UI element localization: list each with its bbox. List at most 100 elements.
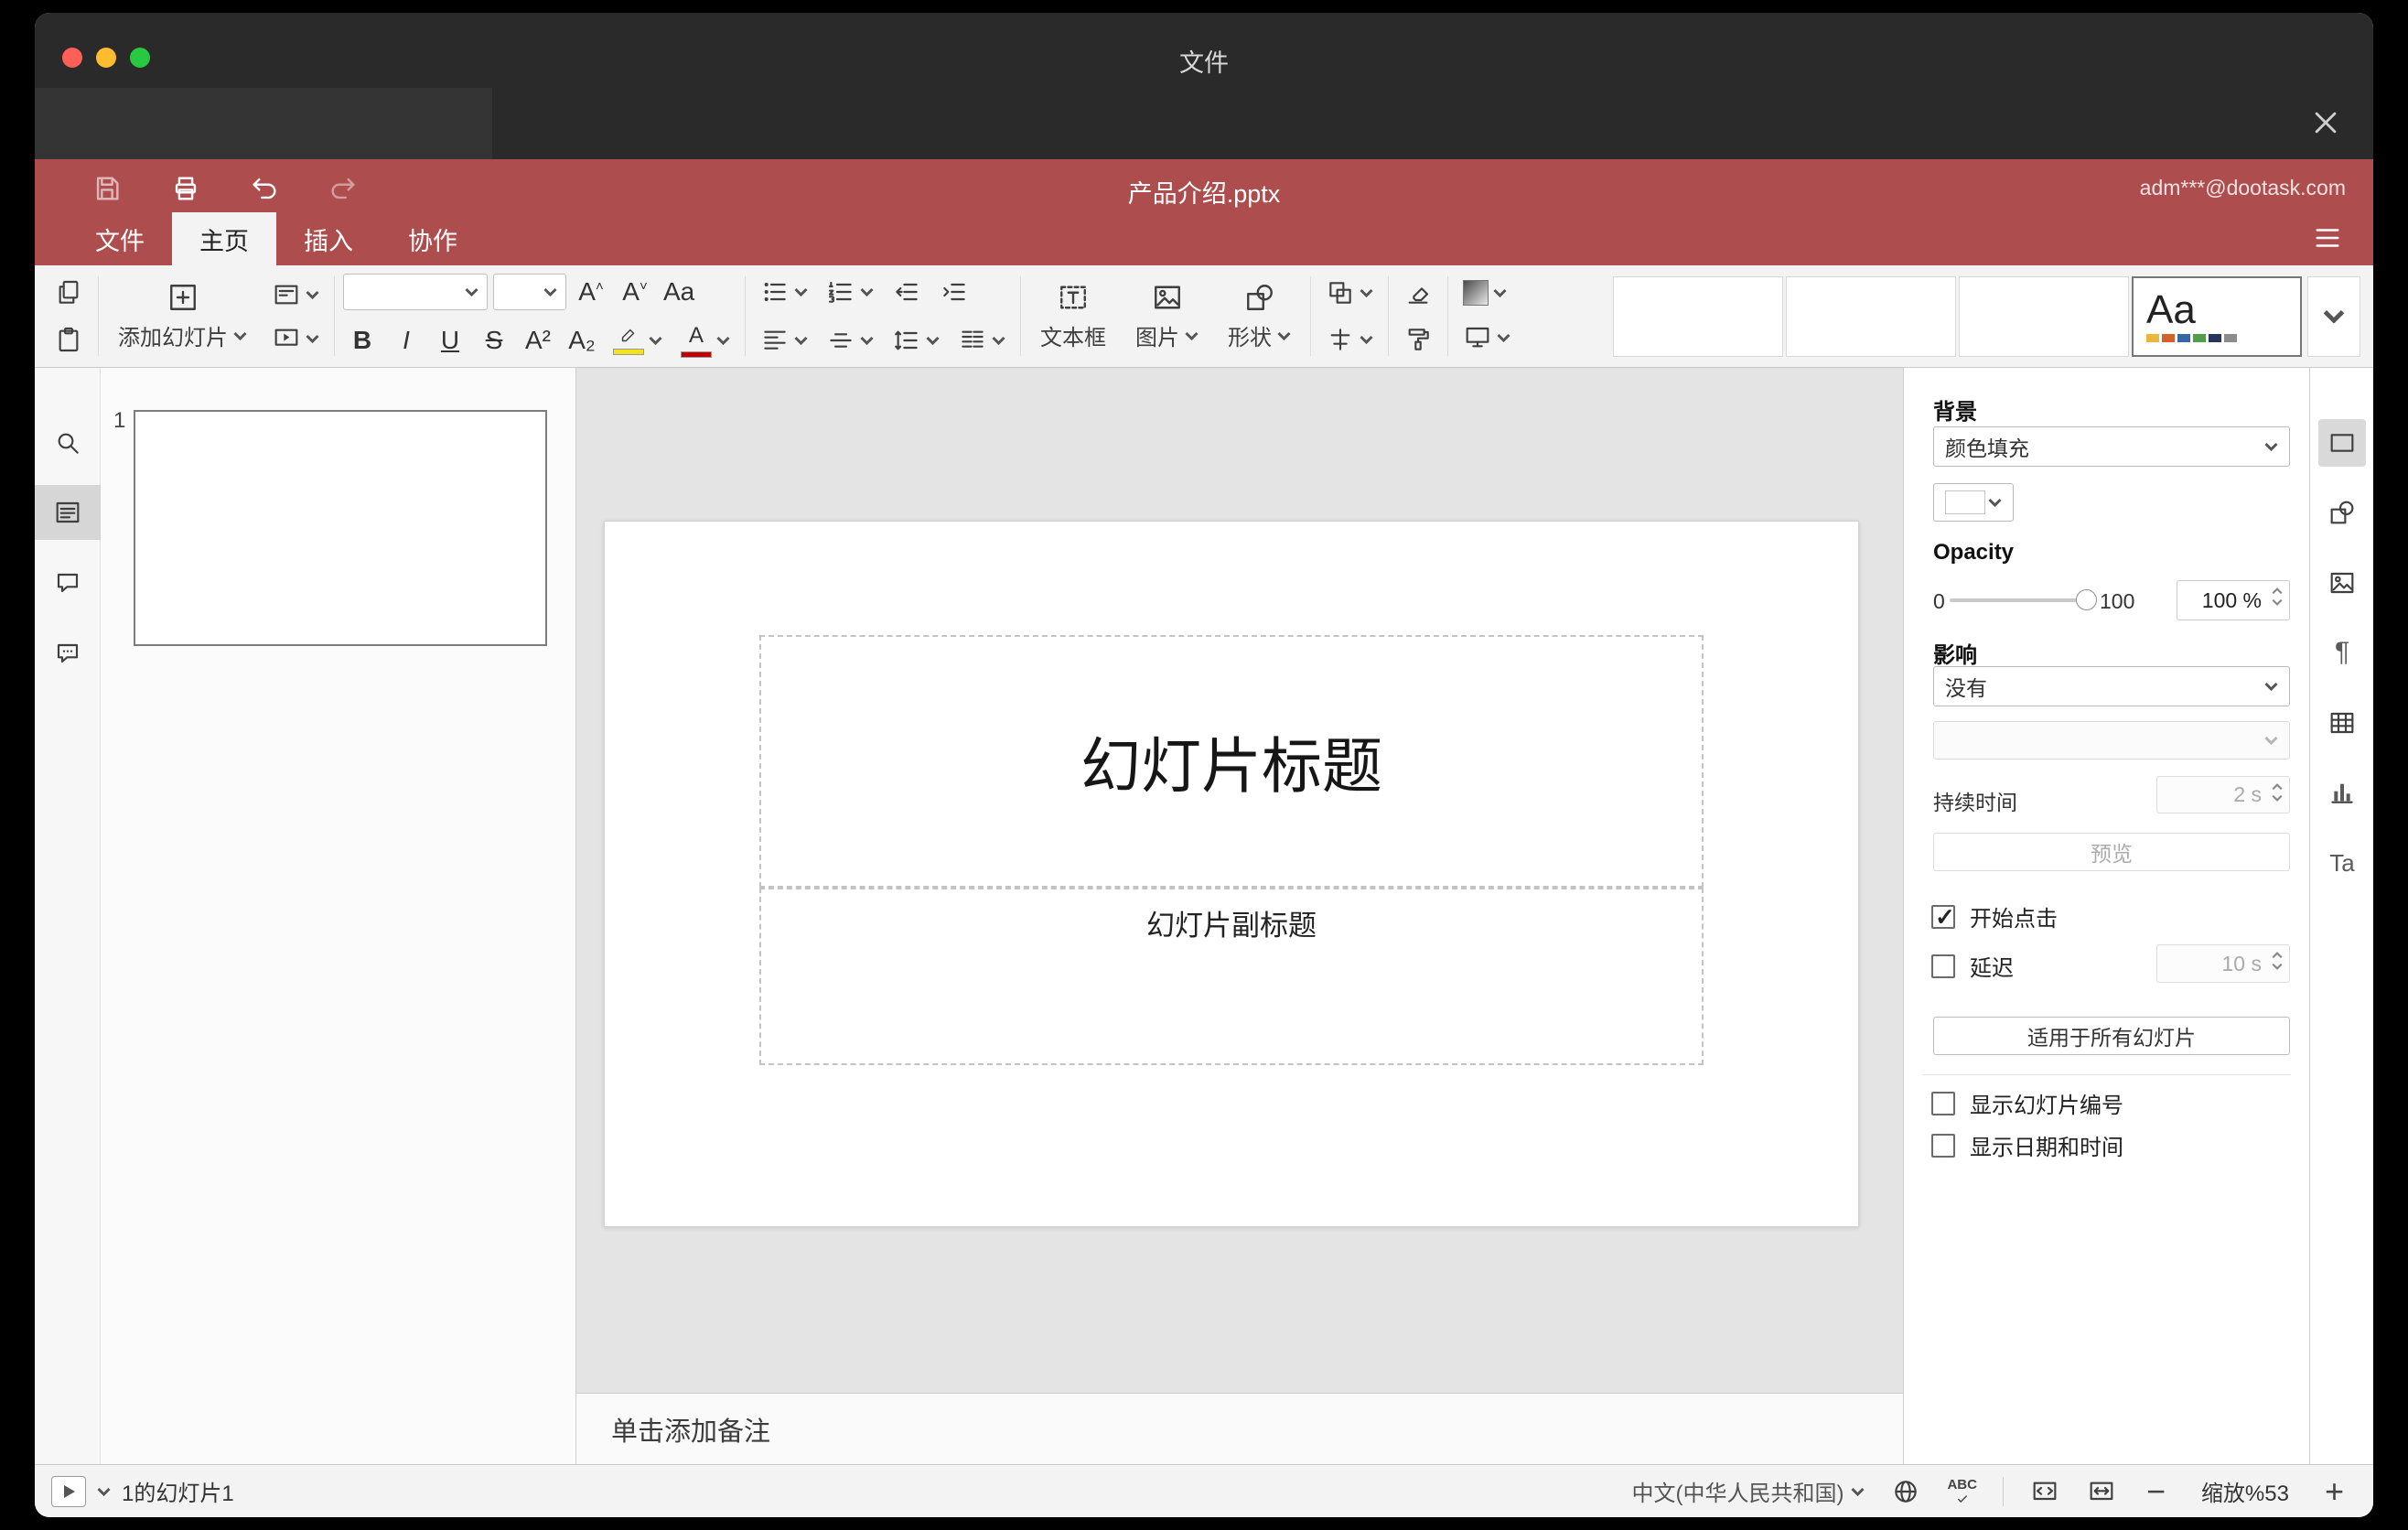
underline-button[interactable]: U [431,324,469,357]
highlight-color-button[interactable] [607,322,669,359]
zoom-out-button[interactable]: − [2143,1474,2169,1508]
opacity-slider-knob[interactable] [2076,589,2097,610]
insert-shape-button[interactable]: 形状 [1217,277,1302,355]
app-window: 文件 产品介绍.pptx adm***@dootask.com 文件 主页 插入… [35,13,2373,1517]
shape-settings-button[interactable] [2318,489,2366,536]
chevron-down-icon [543,287,557,296]
slide-size-button[interactable] [1457,319,1517,356]
slide-canvas[interactable]: 幻灯片标题 幻灯片副标题 [576,368,1903,1393]
sidebar-search-button[interactable] [35,417,101,469]
fit-width-button[interactable] [2086,1476,2117,1507]
sidebar-slides-button[interactable] [35,485,101,540]
tab-file[interactable]: 文件 [68,212,172,265]
right-icon-strip: ¶ Ta [2309,368,2373,1464]
font-size-select[interactable] [493,273,566,310]
start-slideshow-button[interactable] [265,320,326,357]
decrease-font-button[interactable]: A˅ [616,275,654,308]
show-slide-number-checkbox[interactable] [1931,1091,1955,1115]
decrease-indent-button[interactable] [886,274,928,310]
document-language-button[interactable] [1890,1476,1921,1507]
delay-checkbox[interactable] [1931,954,1955,978]
theme-gallery: Aa [1530,265,2360,367]
textart-settings-button[interactable]: Ta [2318,839,2366,887]
align-shape-button[interactable] [1319,321,1380,358]
spinner-arrows[interactable] [2272,587,2283,606]
hamburger-menu-icon[interactable] [2309,220,2346,256]
tab-insert[interactable]: 插入 [276,212,381,265]
title-placeholder[interactable]: 幻灯片标题 [759,635,1704,888]
statusbar-separator [2002,1476,2004,1506]
show-date-time-checkbox[interactable] [1931,1133,1955,1158]
spellcheck-button[interactable]: ABC [1947,1478,1977,1504]
italic-button[interactable]: I [387,324,425,357]
subscript-button[interactable]: A₂ [563,324,601,357]
shape-fill-button[interactable] [1457,276,1517,309]
chevron-down-icon [1493,288,1507,297]
delay-input[interactable]: 10 s [2156,944,2290,983]
columns-button[interactable] [951,322,1012,359]
start-on-click-checkbox[interactable] [1931,903,1955,932]
chart-settings-button[interactable] [2318,769,2366,816]
start-on-click-row[interactable]: 开始点击 [1931,900,2058,932]
sidebar-comments-button[interactable] [35,558,101,609]
font-color-button[interactable]: A [674,319,736,361]
font-color-letter: A [688,323,704,349]
spinner-arrows[interactable] [2272,783,2283,802]
copy-button[interactable] [48,275,90,311]
close-icon[interactable] [2307,104,2344,141]
duration-input[interactable]: 2 s [2156,776,2290,813]
preview-button[interactable]: 预览 [1933,833,2290,871]
increase-indent-button[interactable] [933,274,975,310]
numbering-button[interactable] [820,274,880,310]
copy-style-button[interactable] [1397,321,1439,358]
show-slide-number-row[interactable]: 显示幻灯片编号 [1931,1087,2123,1119]
arrange-shape-button[interactable] [1319,275,1380,311]
clear-style-button[interactable] [1397,275,1439,311]
vertical-align-button[interactable] [820,322,880,359]
bullets-button[interactable] [754,274,814,310]
paragraph-settings-button[interactable]: ¶ [2318,629,2366,676]
background-fill-select[interactable]: 颜色填充 [1933,426,2290,467]
tab-home[interactable]: 主页 [172,212,276,265]
fit-slide-button[interactable] [2029,1476,2060,1507]
effect-variant-select[interactable] [1933,721,2290,760]
bold-button[interactable]: B [343,324,382,357]
theme-thumbnail-selected[interactable]: Aa [2132,275,2302,357]
tab-collaboration[interactable]: 协作 [381,212,485,265]
slide[interactable]: 幻灯片标题 幻灯片副标题 [604,521,1859,1227]
strikethrough-button[interactable]: S [475,324,513,357]
background-color-select[interactable] [1933,483,2014,522]
theme-gallery-expand-button[interactable] [2307,275,2360,357]
effect-select[interactable]: 没有 [1933,666,2290,706]
change-case-button[interactable]: Aa [660,275,698,308]
paste-button[interactable] [48,321,90,358]
theme-thumbnail-2[interactable] [1786,275,1956,357]
slide-layout-button[interactable] [265,276,326,313]
slide-thumbnail[interactable] [134,410,547,646]
opacity-slider[interactable] [1950,589,2097,610]
add-slide-button[interactable]: 添加幻灯片 [107,277,258,355]
image-settings-button[interactable] [2318,559,2366,607]
increase-font-button[interactable]: A˄ [572,275,610,308]
start-slideshow-status-button[interactable] [51,1475,86,1507]
zoom-in-button[interactable]: + [2321,1474,2348,1508]
language-selector[interactable]: 中文(中华人民共和国) [1631,1475,1865,1507]
insert-image-button[interactable]: 图片 [1124,277,1209,355]
table-settings-button[interactable] [2318,699,2366,747]
show-date-time-row[interactable]: 显示日期和时间 [1931,1129,2123,1161]
subtitle-placeholder[interactable]: 幻灯片副标题 [759,888,1704,1065]
insert-textbox-button[interactable]: 文本框 [1029,277,1117,355]
notes-area[interactable]: 单击添加备注 [576,1393,1903,1464]
line-spacing-button[interactable] [886,322,946,359]
sidebar-chat-button[interactable] [35,629,101,680]
spinner-arrows[interactable] [2272,952,2283,970]
apply-to-all-slides-button[interactable]: 适用于所有幻灯片 [1933,1017,2290,1055]
slide-settings-button[interactable] [2318,419,2366,467]
opacity-input[interactable]: 100 % [2177,580,2290,620]
theme-thumbnail-3[interactable] [1959,275,2129,357]
theme-thumbnail-1[interactable] [1613,275,1783,357]
superscript-button[interactable]: A² [519,324,557,357]
font-name-select[interactable] [343,273,488,310]
delay-row[interactable]: 延迟 [1931,950,2014,982]
horizontal-align-button[interactable] [754,322,814,359]
